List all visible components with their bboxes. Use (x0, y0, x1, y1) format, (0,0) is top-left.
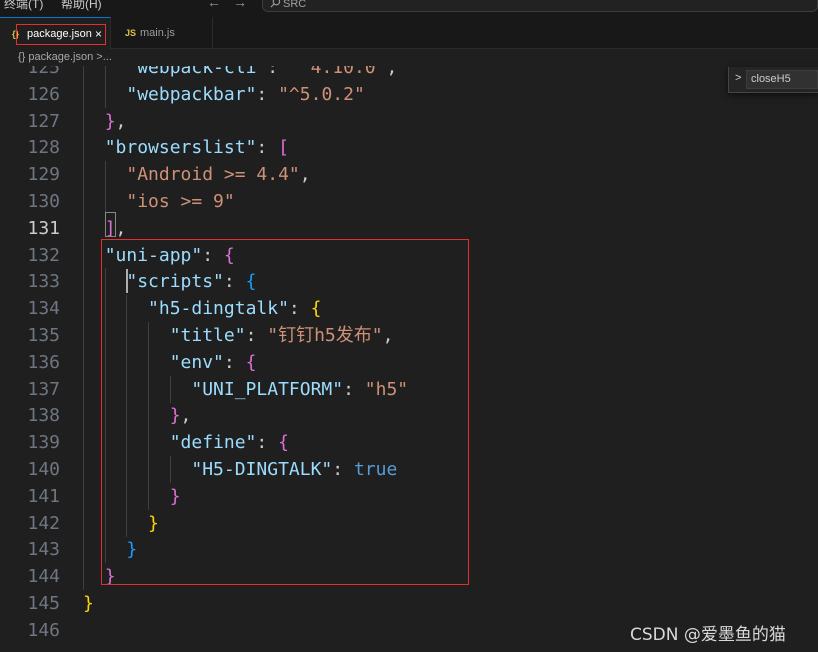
line-number: 136 (27, 351, 60, 373)
line-code: "browserslist": [ (83, 134, 289, 161)
tab-label: main.js (140, 27, 175, 39)
line-number: 127 (27, 110, 60, 132)
line-number: 144 (27, 566, 60, 588)
code-line[interactable]: 145} (0, 590, 818, 617)
line-number: 145 (27, 593, 60, 614)
code-token: "browserslist" (104, 137, 257, 159)
line-number: 143 (27, 539, 60, 561)
code-line[interactable]: 126 "webpackbar": "^5.0.2" (0, 81, 818, 108)
code-token: } (104, 110, 116, 132)
tab-highlight-box (16, 24, 106, 45)
code-token: "Android >= 4.4" (126, 164, 300, 186)
line-number: 131 (27, 217, 60, 239)
code-line[interactable]: 131 ], (0, 215, 818, 242)
breadcrumb-path[interactable]: {} package.json >... (18, 49, 112, 66)
code-token: "ios >= 9" (126, 191, 235, 212)
code-token: , (299, 164, 311, 186)
code-token: [ (278, 137, 289, 159)
command-center-text: SRC (283, 0, 307, 10)
line-number: 141 (27, 485, 60, 507)
search-icon (270, 0, 281, 8)
watermark: CSDN @爱墨鱼的猫 (630, 625, 786, 645)
line-number: 134 (27, 298, 60, 320)
menu-help[interactable]: 帮助(H) (61, 0, 102, 12)
code-token: "^5.0.2" (278, 83, 365, 105)
code-line[interactable]: 128 "browserslist": [ (0, 134, 818, 161)
js-file-icon: JS (125, 28, 137, 38)
code-token: , (115, 217, 127, 239)
menu-terminal[interactable]: 终端(T) (4, 0, 43, 12)
line-number: 128 (27, 137, 60, 159)
editor-tab-bar: {} package.json × JS main.js (0, 17, 818, 49)
line-number: 146 (27, 619, 60, 641)
breadcrumb: {} package.json >... (0, 49, 818, 66)
code-token: : (256, 137, 279, 159)
line-number: 135 (27, 325, 60, 346)
line-number: 129 (27, 164, 60, 186)
line-code: } (83, 590, 94, 617)
chevron-right-icon[interactable]: > (735, 72, 741, 84)
title-bar: 终端(T) 帮助(H) ← → SRC (0, 0, 818, 17)
forward-arrow-icon[interactable]: → (233, 0, 247, 10)
find-widget: > closeH5 (728, 67, 818, 93)
line-number: 132 (27, 244, 60, 266)
command-center[interactable] (262, 0, 818, 12)
line-number: 139 (27, 432, 60, 454)
line-code: "ios >= 9" (83, 188, 235, 215)
line-number: 126 (27, 83, 60, 105)
code-line[interactable]: 129 "Android >= 4.4", (0, 161, 818, 188)
line-code: "webpackbar": "^5.0.2" (83, 81, 365, 108)
line-number: 130 (27, 191, 60, 212)
code-line[interactable]: 127 }, (0, 108, 818, 135)
code-token: } (83, 593, 94, 614)
find-input[interactable]: closeH5 (746, 70, 818, 89)
line-code: }, (83, 108, 127, 135)
tab-main-js[interactable]: JS main.js (111, 17, 213, 49)
highlight-box (101, 239, 469, 585)
line-code: "Android >= 4.4", (83, 161, 311, 188)
line-number: 140 (27, 459, 60, 480)
bracket-match-highlight (105, 212, 116, 237)
code-token: : (256, 83, 279, 105)
code-line[interactable]: 130 "ios >= 9" (0, 188, 818, 215)
line-number: 137 (27, 378, 60, 400)
line-number: 142 (27, 512, 60, 534)
line-number: 138 (27, 405, 60, 427)
back-arrow-icon[interactable]: ← (207, 0, 221, 10)
line-number: 133 (27, 271, 60, 293)
code-token: , (115, 110, 127, 132)
code-token: "webpackbar" (126, 83, 257, 105)
